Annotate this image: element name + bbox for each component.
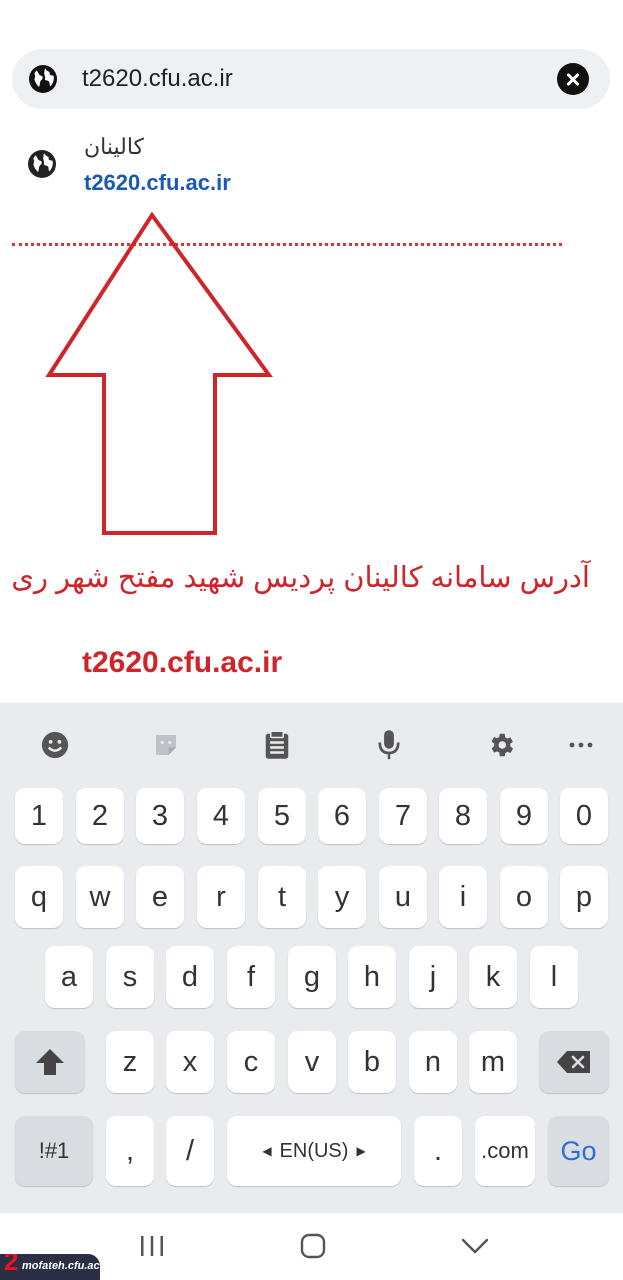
language-next-icon: ▶ — [356, 1144, 366, 1158]
key-w[interactable]: w — [76, 866, 124, 928]
key-q[interactable]: q — [15, 866, 63, 928]
clipboard-icon[interactable] — [252, 721, 302, 769]
key-2[interactable]: 2 — [76, 788, 124, 844]
annotation-caption: آدرس سامانه کالینان پردیس شهید مفتح شهر … — [11, 562, 590, 594]
key-r[interactable]: r — [197, 866, 245, 928]
key-a[interactable]: a — [45, 946, 93, 1008]
key-f[interactable]: f — [227, 946, 275, 1008]
language-prev-icon: ◀ — [262, 1144, 272, 1158]
home-icon[interactable] — [293, 1231, 333, 1261]
suggestion-url: t2620.cfu.ac.ir — [84, 170, 231, 195]
recent-apps-icon[interactable] — [132, 1231, 172, 1261]
key-y[interactable]: y — [318, 866, 366, 928]
period-key[interactable]: . — [414, 1116, 462, 1186]
key-e[interactable]: e — [136, 866, 184, 928]
url-input[interactable] — [82, 61, 542, 97]
annotation-url: t2620.cfu.ac.ir — [82, 646, 283, 679]
key-3[interactable]: 3 — [136, 788, 184, 844]
keyboard-toolbar — [0, 721, 623, 769]
key-1[interactable]: 1 — [15, 788, 63, 844]
key-6[interactable]: 6 — [318, 788, 366, 844]
go-key[interactable]: Go — [548, 1116, 609, 1186]
virtual-keyboard: 1 2 3 4 5 6 7 8 9 0 q w e r t y u i o p … — [0, 703, 623, 1213]
key-b[interactable]: b — [348, 1031, 396, 1093]
key-p[interactable]: p — [560, 866, 608, 928]
url-suggestion[interactable]: کالینان t2620.cfu.ac.ir — [0, 124, 623, 204]
backspace-key[interactable] — [539, 1031, 609, 1093]
key-z[interactable]: z — [106, 1031, 154, 1093]
key-t[interactable]: t — [258, 866, 306, 928]
key-0[interactable]: 0 — [560, 788, 608, 844]
key-s[interactable]: s — [106, 946, 154, 1008]
shift-arrow-icon — [36, 1049, 64, 1075]
backspace-icon — [557, 1051, 590, 1073]
key-7[interactable]: 7 — [379, 788, 427, 844]
key-n[interactable]: n — [409, 1031, 457, 1093]
key-x[interactable]: x — [166, 1031, 214, 1093]
sticker-icon[interactable] — [141, 721, 191, 769]
symbols-key[interactable]: !#1 — [15, 1116, 93, 1186]
dotcom-label: .com — [481, 1138, 529, 1163]
key-8[interactable]: 8 — [439, 788, 487, 844]
key-g[interactable]: g — [288, 946, 336, 1008]
key-9[interactable]: 9 — [500, 788, 548, 844]
symbols-label: !#1 — [38, 1138, 70, 1163]
clear-icon[interactable] — [557, 63, 589, 95]
watermark-text: mofateh.cfu.ac.ir — [22, 1260, 100, 1272]
suggestion-title: کالینان — [84, 134, 145, 159]
key-u[interactable]: u — [379, 866, 427, 928]
address-bar[interactable] — [12, 49, 610, 109]
microphone-icon[interactable] — [364, 721, 414, 769]
key-v[interactable]: v — [288, 1031, 336, 1093]
key-o[interactable]: o — [500, 866, 548, 928]
language-label: EN(US) — [279, 1139, 349, 1162]
gear-icon[interactable] — [476, 721, 526, 769]
key-c[interactable]: c — [227, 1031, 275, 1093]
dotcom-key[interactable]: .com — [475, 1116, 535, 1186]
slash-key[interactable]: / — [166, 1116, 214, 1186]
watermark-logo: 2 mofateh.cfu.ac.ir — [0, 1254, 100, 1280]
key-i[interactable]: i — [439, 866, 487, 928]
watermark-number: 2 — [4, 1254, 19, 1276]
key-j[interactable]: j — [409, 946, 457, 1008]
key-k[interactable]: k — [469, 946, 517, 1008]
globe-icon — [29, 65, 57, 93]
key-h[interactable]: h — [348, 946, 396, 1008]
emoji-icon[interactable] — [30, 721, 80, 769]
up-arrow-icon — [45, 211, 273, 535]
space-key[interactable]: ◀ EN(US) ▶ — [227, 1116, 401, 1186]
key-d[interactable]: d — [166, 946, 214, 1008]
key-m[interactable]: m — [469, 1031, 517, 1093]
key-l[interactable]: l — [530, 946, 578, 1008]
shift-key[interactable] — [15, 1031, 85, 1093]
more-icon[interactable] — [556, 721, 606, 769]
key-4[interactable]: 4 — [197, 788, 245, 844]
key-5[interactable]: 5 — [258, 788, 306, 844]
globe-icon — [28, 150, 56, 178]
comma-key[interactable]: , — [106, 1116, 154, 1186]
back-icon[interactable] — [455, 1231, 495, 1261]
